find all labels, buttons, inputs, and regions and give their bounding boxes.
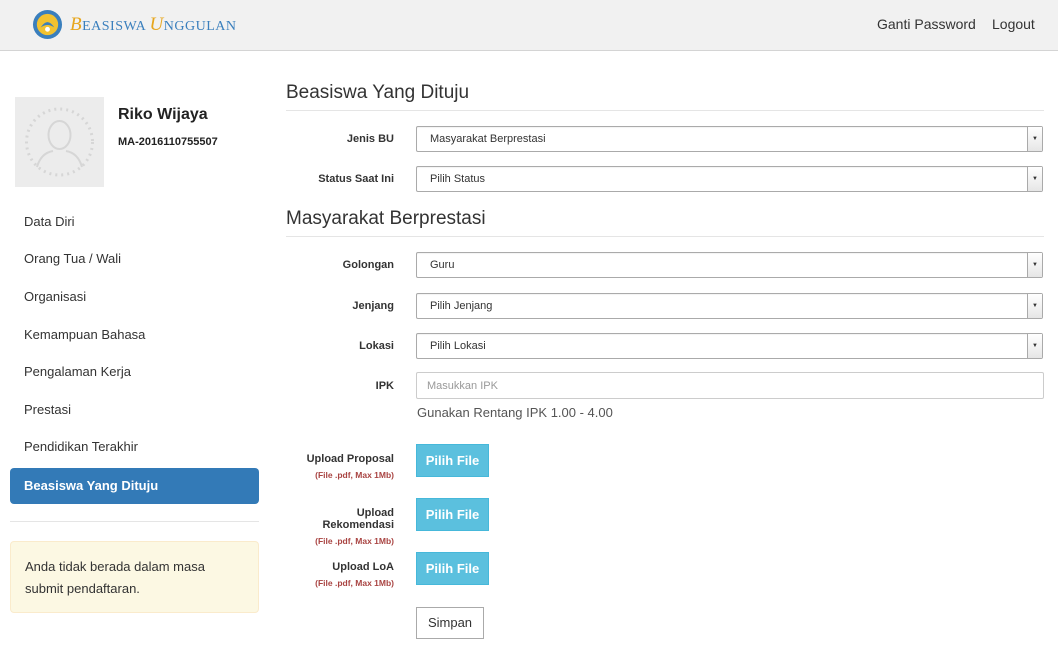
upload-rekomendasi-button[interactable]: Pilih File (416, 498, 489, 531)
logout-link[interactable]: Logout (992, 16, 1035, 32)
status-select[interactable]: Pilih Status ▼ (416, 166, 1043, 192)
upload-loa-title: Upload LoA (332, 561, 394, 573)
upload-loa-button[interactable]: Pilih File (416, 552, 489, 585)
sidebar-divider (10, 521, 259, 522)
lokasi-select[interactable]: Pilih Lokasi ▼ (416, 333, 1043, 359)
chevron-down-icon: ▼ (1027, 167, 1042, 191)
jenis-bu-value: Masyarakat Berprestasi (430, 133, 546, 145)
sidebar-item-pendidikan-terakhir[interactable]: Pendidikan Terakhir (10, 429, 259, 465)
sidebar-item-data-diri[interactable]: Data Diri (10, 204, 259, 240)
profile-name: Riko Wijaya (118, 106, 208, 123)
jenjang-select[interactable]: Pilih Jenjang ▼ (416, 293, 1043, 319)
upload-proposal-button[interactable]: Pilih File (416, 444, 489, 477)
upload-proposal-label: Upload Proposal (File .pdf, Max 1Mb) (286, 453, 394, 480)
jenis-bu-select[interactable]: Masyarakat Berprestasi ▼ (416, 126, 1043, 152)
golongan-select[interactable]: Guru ▼ (416, 252, 1043, 278)
section-title-beasiswa: Beasiswa Yang Dituju (286, 82, 1044, 111)
user-placeholder-icon (25, 107, 94, 177)
avatar (15, 97, 104, 187)
status-value: Pilih Status (430, 173, 486, 185)
ipk-input[interactable] (416, 372, 1044, 399)
chevron-down-icon: ▼ (1027, 127, 1042, 151)
upload-loa-label: Upload LoA (File .pdf, Max 1Mb) (286, 561, 394, 588)
sidebar-item-pengalaman-kerja[interactable]: Pengalaman Kerja (10, 354, 259, 390)
profile-id: MA-2016110755507 (118, 136, 218, 148)
golongan-label: Golongan (342, 259, 394, 271)
brand-word-1: EASISWA (82, 19, 146, 34)
upload-loa-note: (File .pdf, Max 1Mb) (315, 578, 394, 588)
top-navbar: BEASISWA UNGGULAN Ganti Password Logout (0, 0, 1058, 51)
sidebar-item-prestasi[interactable]: Prestasi (10, 392, 259, 428)
jenjang-label: Jenjang (352, 300, 394, 312)
upload-rekomendasi-note: (File .pdf, Max 1Mb) (315, 536, 394, 546)
brand-word-2: NGGULAN (163, 19, 237, 34)
chevron-down-icon: ▼ (1027, 294, 1042, 318)
sidebar-item-kemampuan-bahasa[interactable]: Kemampuan Bahasa (10, 317, 259, 353)
upload-proposal-note: (File .pdf, Max 1Mb) (315, 470, 394, 480)
sidebar-item-organisasi[interactable]: Organisasi (10, 279, 259, 315)
jenis-bu-label: Jenis BU (346, 133, 394, 145)
lokasi-label: Lokasi (359, 340, 394, 352)
brand-letter-u: U (149, 14, 164, 35)
jenjang-value: Pilih Jenjang (430, 300, 493, 312)
upload-proposal-title: Upload Proposal (306, 453, 394, 465)
brand-title[interactable]: BEASISWA UNGGULAN (70, 14, 236, 36)
chevron-down-icon: ▼ (1027, 253, 1042, 277)
ipk-help-text: Gunakan Rentang IPK 1.00 - 4.00 (417, 405, 613, 420)
status-label: Status Saat Ini (318, 173, 394, 185)
section-title-masyarakat-berprestasi: Masyarakat Berprestasi (286, 208, 1044, 237)
upload-rekomendasi-title: Upload Rekomendasi (322, 507, 394, 531)
tut-wuri-handayani-logo-icon[interactable] (32, 9, 63, 40)
brand-letter-b: B (70, 14, 83, 35)
save-button[interactable]: Simpan (416, 607, 484, 639)
lokasi-value: Pilih Lokasi (430, 340, 486, 352)
change-password-link[interactable]: Ganti Password (877, 16, 976, 32)
sidebar-item-orang-tua[interactable]: Orang Tua / Wali (10, 241, 259, 277)
chevron-down-icon: ▼ (1027, 334, 1042, 358)
upload-rekomendasi-label: Upload Rekomendasi (File .pdf, Max 1Mb) (286, 507, 394, 546)
ipk-label: IPK (375, 380, 394, 392)
golongan-value: Guru (430, 259, 455, 271)
sidebar-item-beasiswa-yang-dituju[interactable]: Beasiswa Yang Dituju (10, 468, 259, 504)
submission-alert: Anda tidak berada dalam masa submit pend… (10, 541, 259, 613)
